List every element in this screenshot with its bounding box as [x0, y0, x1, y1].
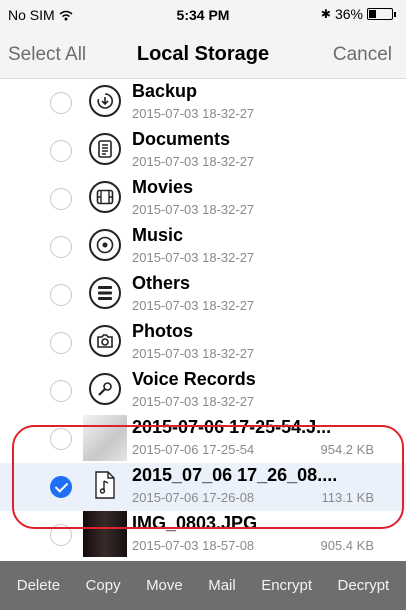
- battery-tip: [394, 11, 396, 17]
- decrypt-button[interactable]: Decrypt: [338, 577, 390, 594]
- backup-icon: [89, 85, 121, 117]
- file-date: 2015-07-03 18-32-27: [132, 346, 255, 361]
- checkbox[interactable]: [50, 284, 72, 306]
- action-toolbar: Delete Copy Move Mail Encrypt Decrypt: [0, 561, 406, 610]
- checkbox[interactable]: [50, 236, 72, 258]
- file-row[interactable]: Voice Records 2015-07-03 18-32-27: [0, 367, 406, 415]
- movies-icon: [89, 181, 121, 213]
- music-icon: [89, 229, 121, 261]
- file-date: 2015-07-03 18-32-27: [132, 154, 255, 169]
- file-row[interactable]: Music 2015-07-03 18-32-27: [0, 223, 406, 271]
- checkbox[interactable]: [50, 332, 72, 354]
- file-name: Backup: [132, 81, 198, 101]
- file-name: Music: [132, 225, 184, 245]
- file-name: Photos: [132, 321, 193, 341]
- status-bar: No SIM 5:34 PM ✱ 36%: [0, 0, 406, 30]
- battery-icon: [367, 8, 393, 20]
- camera-icon: [89, 325, 121, 357]
- mail-button[interactable]: Mail: [208, 577, 236, 594]
- file-date: 2015-07-03 18-57-08: [132, 538, 255, 553]
- others-icon: [89, 277, 121, 309]
- file-date: 2015-07-03 18-32-27: [132, 298, 255, 313]
- file-date: 2015-07-03 18-32-27: [132, 250, 255, 265]
- documents-icon: [89, 133, 121, 165]
- cancel-button[interactable]: Cancel: [333, 44, 392, 66]
- encrypt-button[interactable]: Encrypt: [261, 577, 312, 594]
- file-row[interactable]: Photos 2015-07-03 18-32-27: [0, 319, 406, 367]
- battery-fill: [369, 10, 376, 18]
- checkbox[interactable]: [50, 380, 72, 402]
- copy-button[interactable]: Copy: [86, 577, 121, 594]
- navigation-bar: Select All Local Storage Cancel: [0, 30, 406, 79]
- battery-indicator: ✱ 36%: [321, 6, 396, 22]
- checkbox[interactable]: [50, 92, 72, 114]
- file-row[interactable]: Movies 2015-07-03 18-32-27: [0, 175, 406, 223]
- file-size: 905.4 KB: [320, 538, 375, 553]
- microphone-icon: [89, 373, 121, 405]
- checkbox[interactable]: [50, 140, 72, 162]
- file-name: Voice Records: [132, 369, 256, 389]
- delete-button[interactable]: Delete: [17, 577, 60, 594]
- file-date: 2015-07-03 18-32-27: [132, 394, 255, 409]
- file-name: Documents: [132, 129, 231, 149]
- checkbox[interactable]: [50, 188, 72, 210]
- move-button[interactable]: Move: [146, 577, 183, 594]
- file-name: Movies: [132, 177, 194, 197]
- bluetooth-icon: ✱: [320, 7, 331, 21]
- file-row[interactable]: Others 2015-07-03 18-32-27: [0, 271, 406, 319]
- file-row[interactable]: Backup 2015-07-03 18-32-27: [0, 79, 406, 127]
- file-row[interactable]: Documents 2015-07-03 18-32-27: [0, 127, 406, 175]
- battery-percent: 36%: [334, 6, 363, 22]
- file-date: 2015-07-03 18-32-27: [132, 202, 255, 217]
- file-date: 2015-07-03 18-32-27: [132, 106, 255, 121]
- annotation-highlight: [12, 425, 404, 529]
- file-name: Others: [132, 273, 191, 293]
